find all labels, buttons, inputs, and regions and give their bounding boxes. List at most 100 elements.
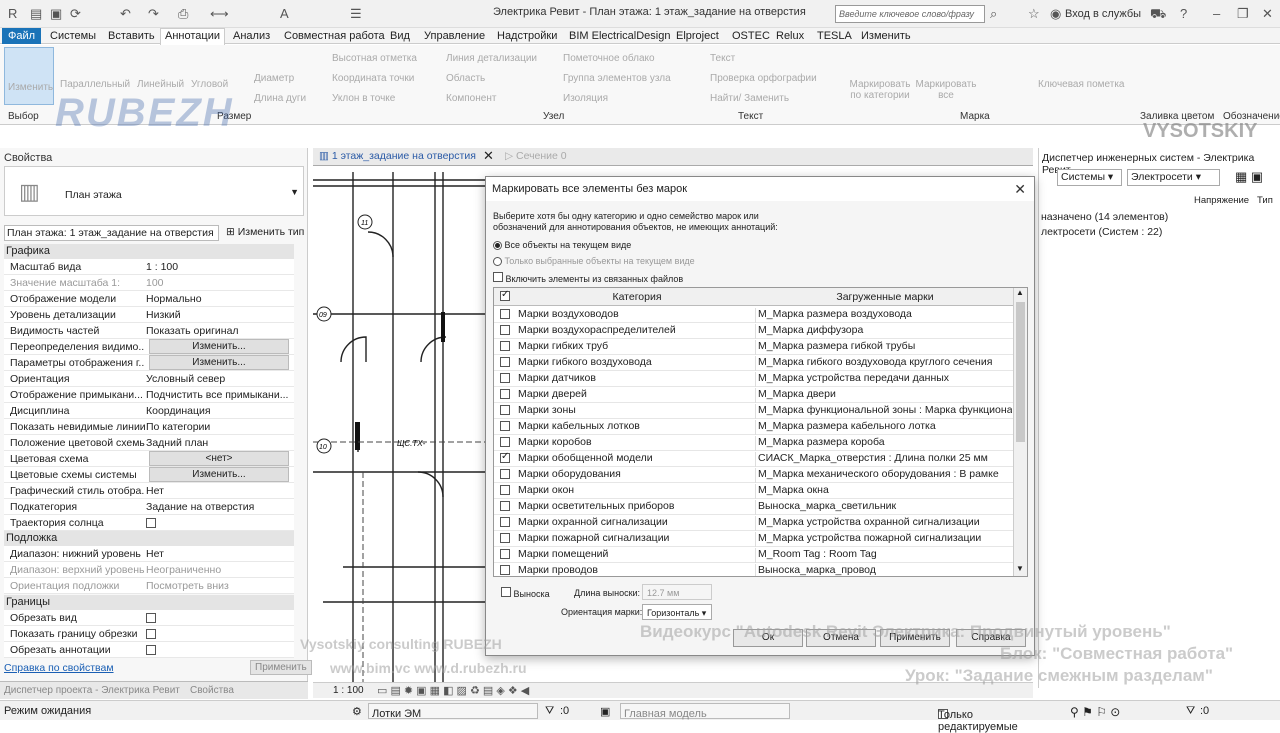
spot-slope-button[interactable]: Уклон в точке	[332, 93, 395, 104]
view-controls-icon[interactable]: ▭ ▤ ✹ ▣ ▦ ◧ ▨ ♻ ▤ ◈ ❖ ◀	[377, 684, 529, 697]
close-tab-icon[interactable]: ✕	[483, 148, 494, 164]
filter-icon[interactable]: ⛛	[545, 705, 554, 718]
undo-icon[interactable]: ↶	[120, 6, 131, 22]
linear-dim-button[interactable]: Линейный	[137, 79, 184, 90]
loaded-tag[interactable]: M_Марка устройства передачи данных	[758, 372, 1012, 384]
revision-cloud-button[interactable]: Пометочное облако	[563, 53, 655, 64]
category-checkbox[interactable]	[500, 421, 510, 434]
discipline-filter[interactable]: Электросети ▾	[1127, 169, 1220, 186]
option-all-objects[interactable]: Все объекты на текущем виде	[493, 240, 631, 251]
help-icon[interactable]: ?	[1180, 6, 1187, 21]
loaded-tag[interactable]: M_Марка размера гибкой трубы	[758, 340, 1012, 352]
thin-lines-icon[interactable]: ☰	[350, 6, 362, 22]
systems-filter[interactable]: Системы ▾	[1057, 169, 1122, 186]
revit-logo-icon[interactable]: R	[8, 6, 17, 21]
instance-selector[interactable]: План этажа: 1 этаж_задание на отверстия	[4, 225, 219, 241]
menu-collaborate[interactable]: Совместная работа	[284, 30, 385, 42]
property-row[interactable]: Масштаб вида 1 : 100	[4, 259, 294, 275]
type-selector[interactable]: ▥ План этажа ▼	[4, 166, 304, 216]
category-row[interactable]: Марки гибкого воздуховода M_Марка гибкого…	[494, 355, 1014, 371]
category-row[interactable]: Марки проводов Выноска_марка_провод	[494, 563, 1014, 576]
category-row[interactable]: Марки кабельных лотков M_Марка размера ка…	[494, 419, 1014, 435]
category-checkbox[interactable]	[500, 565, 510, 576]
minimize-icon[interactable]: –	[1213, 6, 1220, 21]
category-row[interactable]: Марки воздухораспределителей M_Марка дифф…	[494, 323, 1014, 339]
property-value[interactable]: 1 : 100	[146, 261, 291, 273]
category-checkbox[interactable]	[500, 405, 510, 418]
option-linked-files[interactable]: Включить элементы из связанных файлов	[493, 272, 683, 284]
property-value[interactable]: Показать оригинал	[146, 325, 291, 337]
tab-floor-plan[interactable]: ▥ 1 этаж_задание на отверстия	[319, 150, 476, 162]
spot-elevation-button[interactable]: Высотная отметка	[332, 53, 417, 64]
tab-section[interactable]: ▷ Сечение 0	[505, 150, 567, 162]
menu-manage[interactable]: Управление	[424, 30, 485, 42]
category-row[interactable]: Марки коробов M_Марка размера короба	[494, 435, 1014, 451]
category-row[interactable]: Марки воздуховодов M_Марка размера воздух…	[494, 307, 1014, 323]
menu-ostec[interactable]: OSTEC	[732, 30, 770, 42]
dialog-close-icon[interactable]: ✕	[1014, 181, 1026, 198]
property-value[interactable]: Координация	[146, 405, 291, 417]
scroll-thumb[interactable]	[1016, 302, 1025, 442]
menu-view[interactable]: Вид	[390, 30, 410, 42]
property-value[interactable]: Подчистить все примыкани...	[146, 389, 291, 401]
property-row[interactable]: Ориентация Условный север	[4, 371, 294, 387]
region-button[interactable]: Область	[446, 73, 485, 84]
tab-properties[interactable]: Свойства	[190, 685, 234, 696]
category-row[interactable]: Марки датчиков M_Марка устройства передач…	[494, 371, 1014, 387]
system-row-unassigned[interactable]: назначено (14 элементов)	[1041, 211, 1168, 223]
property-row[interactable]: Отображение модели Нормально	[4, 291, 294, 307]
property-row[interactable]: Цветовые схемы системы Изменить...	[4, 467, 294, 483]
loaded-tag[interactable]: M_Марка размера воздуховода	[758, 308, 1012, 320]
category-checkbox[interactable]	[500, 389, 510, 402]
category-checkbox[interactable]	[500, 485, 510, 498]
property-row[interactable]: Показать границу обрезки	[4, 626, 294, 642]
view-scale-label[interactable]: 1 : 100	[333, 685, 364, 696]
property-checkbox[interactable]	[146, 517, 291, 529]
property-row[interactable]: Цветовая схема <нет>	[4, 451, 294, 467]
property-row[interactable]: Уровень детализации Низкий	[4, 307, 294, 323]
loaded-tag[interactable]: Выноска_марка_провод	[758, 564, 1012, 576]
option-selected-objects[interactable]: Только выбранные объекты на текущем виде	[493, 256, 695, 267]
property-row[interactable]: Подкатегория Задание на отверстия	[4, 499, 294, 515]
open-icon[interactable]: ▤	[30, 6, 42, 22]
edit-type-button[interactable]: ⊞ Изменить тип	[226, 226, 304, 238]
category-checkbox[interactable]	[500, 517, 510, 530]
section-graphics[interactable]: Графика	[4, 244, 294, 259]
measure-icon[interactable]: ⟷	[210, 6, 229, 22]
tag-all-button[interactable]: Маркировать все	[911, 79, 981, 101]
loaded-tag[interactable]: M_Марка окна	[758, 484, 1012, 496]
group-select[interactable]: Выбор	[8, 111, 39, 122]
diameter-button[interactable]: Диаметр	[254, 73, 294, 84]
property-value[interactable]: Задание на отверстия	[146, 501, 291, 513]
property-row[interactable]: Положение цветовой схемы Задний план	[4, 435, 294, 451]
loaded-tag[interactable]: M_Марка диффузора	[758, 324, 1012, 336]
section-extents[interactable]: Границы	[4, 595, 294, 610]
property-row[interactable]: Отображение примыкани... Подчистить все п…	[4, 387, 294, 403]
scroll-down-icon[interactable]: ▼	[1016, 564, 1024, 573]
property-checkbox[interactable]	[146, 628, 291, 640]
spelling-button[interactable]: Проверка орфографии	[710, 73, 817, 84]
spot-coordinate-button[interactable]: Координата точки	[332, 73, 414, 84]
property-row[interactable]: Значение масштаба 1: 100	[4, 275, 294, 291]
category-checkbox[interactable]	[500, 437, 510, 450]
property-edit-button[interactable]: Изменить...	[149, 355, 289, 370]
category-row[interactable]: Марки гибких труб M_Марка размера гибкой …	[494, 339, 1014, 355]
menu-file[interactable]: Файл	[2, 28, 42, 44]
status-tools-icon[interactable]: ⚲ ⚑ ⚐ ⊙	[1070, 705, 1120, 719]
menu-bim-electrical[interactable]: BIM ElectricalDesign	[569, 30, 670, 42]
category-checkbox[interactable]	[500, 549, 510, 562]
property-edit-button[interactable]: Изменить...	[149, 467, 289, 482]
property-row[interactable]: Диапазон: нижний уровень Нет	[4, 546, 294, 562]
menu-elproject[interactable]: Elproject	[676, 30, 719, 42]
workset-icon[interactable]: ⚙	[352, 705, 362, 718]
properties-apply-button[interactable]: Применить	[250, 660, 312, 675]
menu-addins[interactable]: Надстройки	[497, 30, 557, 42]
menu-tesla[interactable]: TESLA	[817, 30, 852, 42]
text-icon[interactable]: A	[280, 6, 289, 21]
property-value[interactable]: Неограниченно	[146, 564, 291, 576]
category-row[interactable]: Марки дверей M_Марка двери	[494, 387, 1014, 403]
property-row[interactable]: Дисциплина Координация	[4, 403, 294, 419]
loaded-tag[interactable]: M_Марка устройства охранной сигнализации	[758, 516, 1012, 528]
property-value[interactable]: Задний план	[146, 437, 291, 449]
loaded-tag[interactable]: Выноска_марка_светильник	[758, 500, 1012, 512]
